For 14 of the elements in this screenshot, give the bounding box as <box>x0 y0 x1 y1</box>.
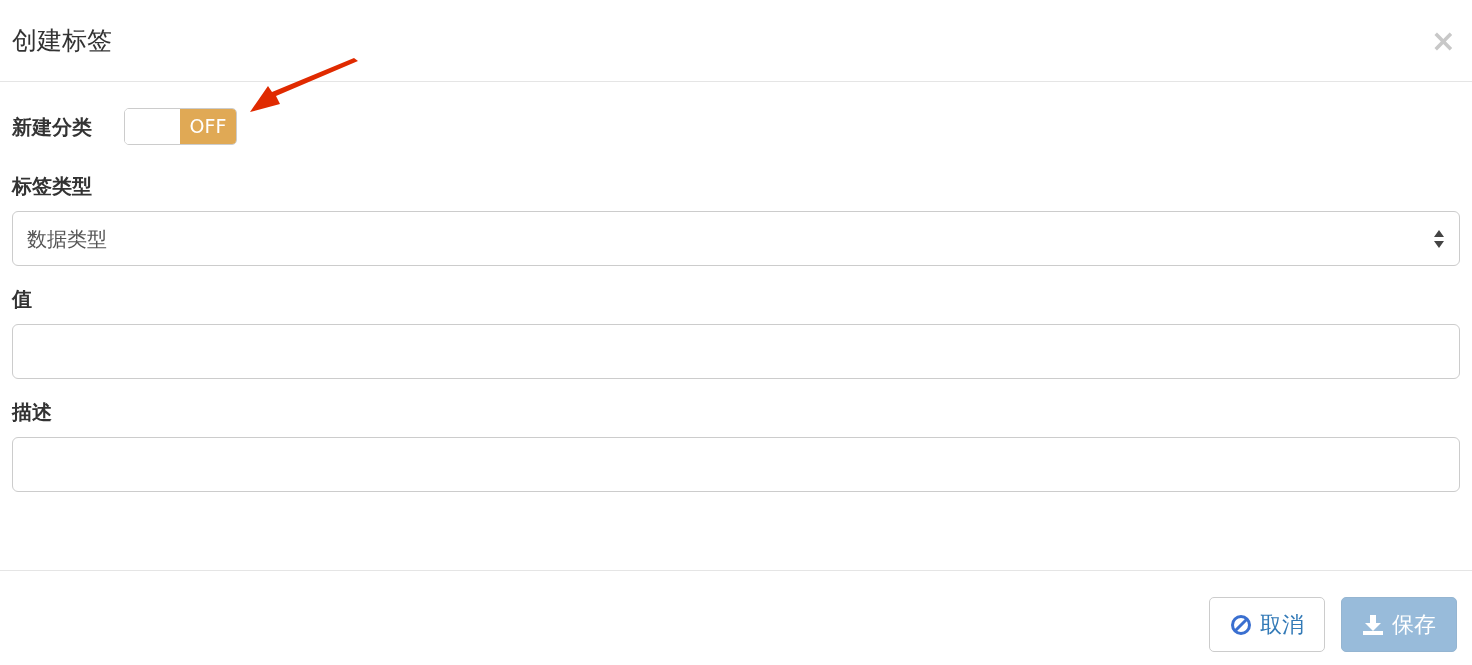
toggle-switch[interactable]: OFF <box>124 108 237 145</box>
close-button[interactable]: × <box>1430 25 1456 56</box>
ban-icon <box>1230 613 1252 636</box>
field-label: 值 <box>12 286 32 312</box>
toggle-label: 新建分类 <box>12 113 92 141</box>
field-label: 描述 <box>12 399 52 425</box>
cancel-button[interactable]: 取消 <box>1209 597 1325 652</box>
dialog-title: 创建标签 <box>12 24 112 57</box>
field-label: 标签类型 <box>12 173 92 199</box>
download-icon <box>1362 613 1384 636</box>
select-field[interactable]: 数据类型 <box>12 211 1460 266</box>
text-field[interactable] <box>12 437 1460 492</box>
text-field[interactable] <box>12 324 1460 379</box>
sort-icon <box>1433 228 1445 249</box>
